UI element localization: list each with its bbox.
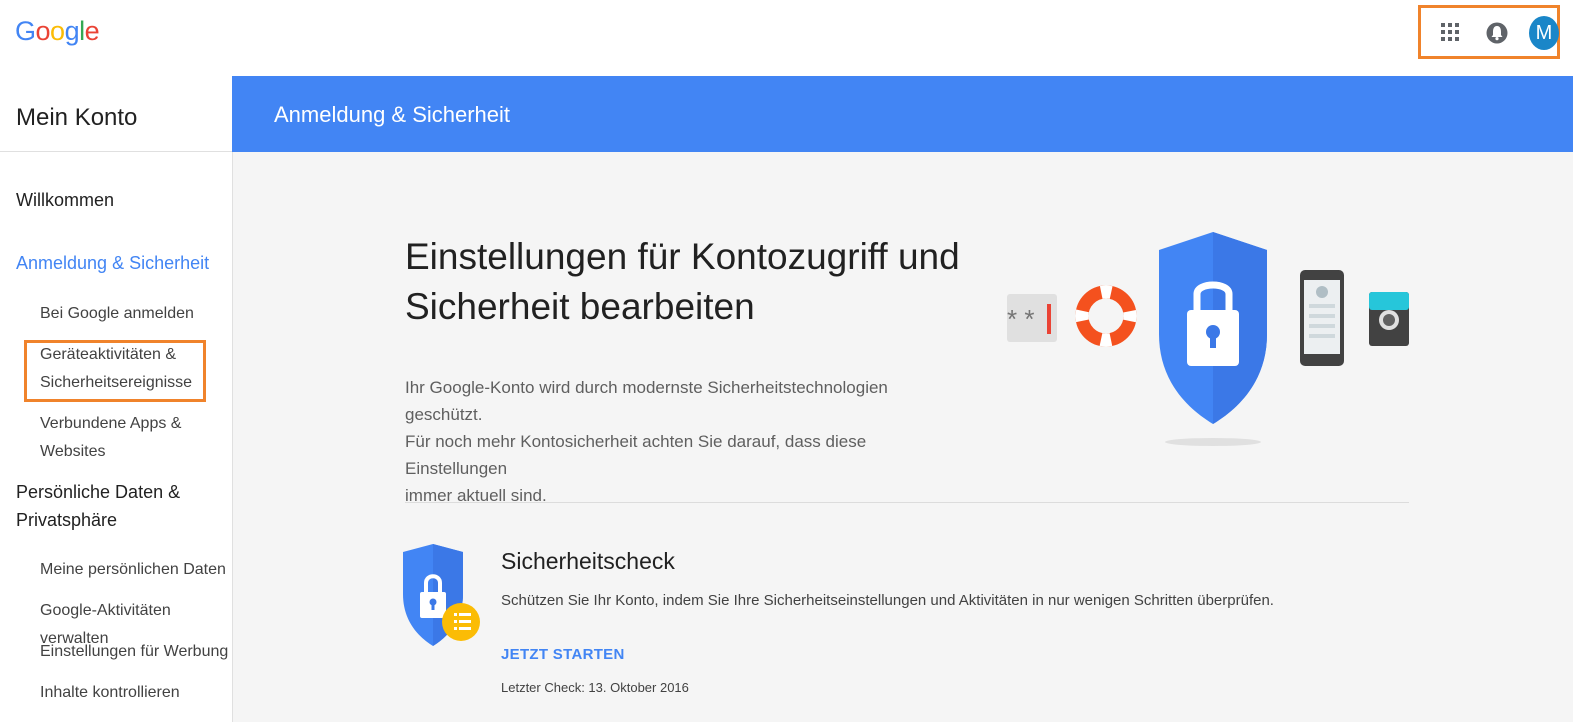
security-check-title: Sicherheitscheck bbox=[501, 548, 675, 574]
apps-grid-icon[interactable] bbox=[1441, 23, 1459, 41]
hero-description-line: immer aktuell sind. bbox=[405, 486, 547, 505]
notifications-bell-icon[interactable] bbox=[1486, 21, 1508, 45]
logo-letter: o bbox=[50, 16, 65, 46]
sidebar-item-inhalte-kontrollieren[interactable]: Inhalte kontrollieren bbox=[40, 679, 180, 707]
start-security-check-link[interactable]: JETZT STARTEN bbox=[501, 646, 625, 663]
sidebar-item-meine-daten[interactable]: Meine persönlichen Daten bbox=[40, 556, 226, 584]
hero-title-line: Sicherheit bearbeiten bbox=[405, 286, 755, 327]
security-check-description: Schützen Sie Ihr Konto, indem Sie Ihre S… bbox=[501, 592, 1274, 609]
security-illustration: * * bbox=[1007, 232, 1409, 446]
password-stars: * * bbox=[1007, 304, 1034, 334]
hero-description-line: Ihr Google-Konto wird durch modernste Si… bbox=[405, 378, 888, 424]
logo-letter: G bbox=[15, 16, 36, 46]
sidebar-item-persoenliche-daten-line1[interactable]: Persönliche Daten & bbox=[16, 482, 180, 503]
sidebar-item-bei-google-anmelden[interactable]: Bei Google anmelden bbox=[40, 300, 194, 328]
sidebar-item-willkommen[interactable]: Willkommen bbox=[16, 190, 114, 211]
top-bar: Google M bbox=[0, 0, 1573, 76]
sidebar-item-werbung[interactable]: Einstellungen für Werbung bbox=[40, 638, 228, 666]
sidebar-header: Mein Konto bbox=[0, 76, 232, 152]
hero-title: Einstellungen für Kontozugriff und Siche… bbox=[405, 232, 965, 332]
sidebar-item-anmeldung-sicherheit[interactable]: Anmeldung & Sicherheit bbox=[16, 253, 209, 274]
password-card-icon: * * bbox=[1007, 294, 1057, 342]
logo-letter: g bbox=[64, 16, 80, 46]
logo-letter: e bbox=[84, 16, 100, 46]
lifebuoy-icon bbox=[1075, 285, 1137, 347]
hero-description: Ihr Google-Konto wird durch modernste Si… bbox=[405, 374, 965, 509]
sidebar-item-verbundene-apps[interactable]: Verbundene Apps & Websites bbox=[40, 410, 232, 466]
divider bbox=[405, 502, 1409, 503]
main-content: Einstellungen für Kontozugriff und Siche… bbox=[233, 152, 1573, 722]
sidebar-item-persoenliche-daten-line2[interactable]: Privatsphäre bbox=[16, 510, 117, 531]
google-logo[interactable]: Google bbox=[15, 16, 100, 47]
top-actions-highlight: M bbox=[1418, 5, 1560, 59]
section-header: Anmeldung & Sicherheit bbox=[232, 76, 1573, 152]
shield-lock-icon bbox=[1159, 232, 1267, 446]
last-check-date: Letzter Check: 13. Oktober 2016 bbox=[501, 680, 689, 695]
hero-description-line: Für noch mehr Kontosicherheit achten Sie… bbox=[405, 432, 867, 478]
highlight-box bbox=[24, 340, 206, 402]
section-title: Anmeldung & Sicherheit bbox=[274, 102, 511, 127]
sidebar-title[interactable]: Mein Konto bbox=[16, 104, 137, 132]
hero-title-line: Einstellungen für Kontozugriff und bbox=[405, 236, 960, 277]
security-check-shield-icon bbox=[403, 544, 480, 646]
phone-icon bbox=[1300, 270, 1344, 366]
account-avatar[interactable]: M bbox=[1529, 16, 1559, 50]
security-key-icon bbox=[1369, 292, 1409, 346]
logo-letter: o bbox=[35, 16, 51, 46]
